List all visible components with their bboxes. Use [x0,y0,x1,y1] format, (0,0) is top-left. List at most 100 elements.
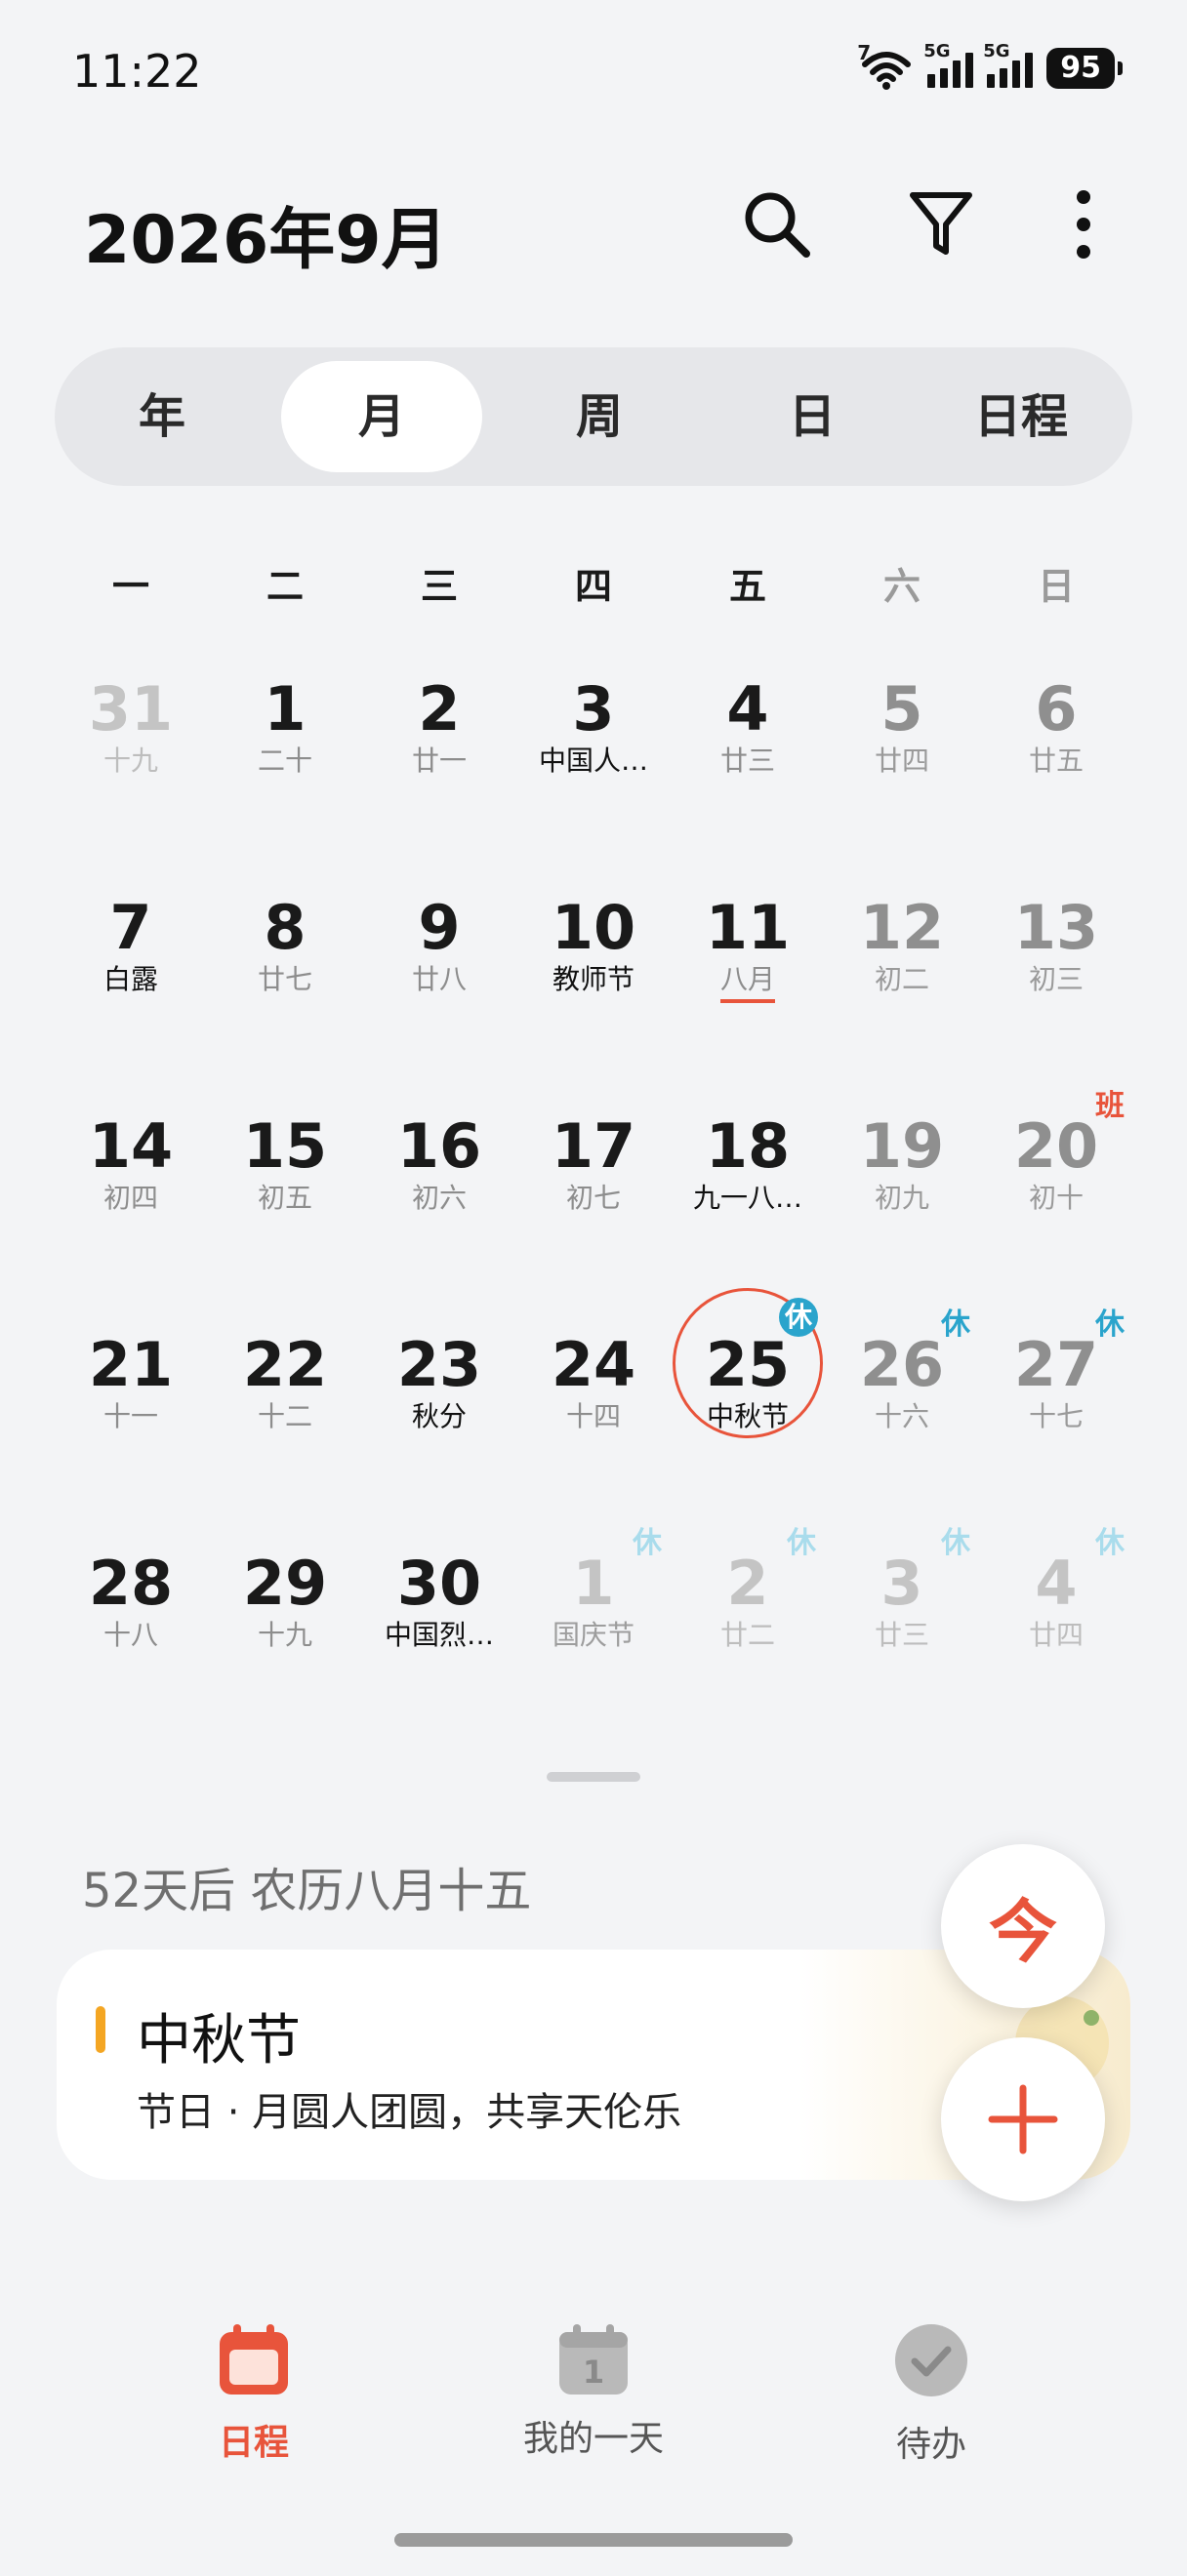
weekday-thu: 四 [574,565,612,608]
day-subtitle: 国庆节 [552,1619,634,1651]
weekday-tue: 二 [266,565,304,608]
calendar-day-cell[interactable]: 2 廿一 [371,677,508,779]
calendar-day-cell[interactable]: 10 教师节 [525,896,662,997]
calendar-day-cell[interactable]: 4 廿四休 [988,1526,1125,1653]
checkmark-icon [895,2324,967,2396]
weekday-fri: 五 [728,565,766,608]
day-subtitle: 十七 [1028,1400,1084,1432]
weekday-sat: 六 [882,565,921,608]
search-icon[interactable] [738,185,816,263]
day-subtitle: 十九 [102,745,158,777]
day-number: 31 [88,673,174,745]
wifi-icon: 7 [857,41,914,90]
day-number: 3 [572,673,615,745]
calendar-day-cell[interactable]: 16 初六 [371,1114,508,1216]
calendar-day-cell[interactable]: 18 九一八… [679,1114,816,1216]
drag-handle[interactable] [547,1772,640,1782]
day-number: 12 [859,892,945,963]
holiday-badge: 休 [779,1298,818,1337]
calendar-day-cell[interactable]: 1 国庆节休 [525,1526,662,1653]
calendar-day-cell[interactable]: 25 中秋节休 [673,1288,823,1438]
day-subtitle: 初六 [411,1182,467,1214]
day-subtitle: 十九 [257,1619,312,1651]
calendar-day-cell[interactable]: 22 十二 [217,1333,353,1434]
day-subtitle: 廿三 [719,745,775,777]
calendar-day-cell[interactable]: 29 十九 [217,1551,353,1653]
nav-my-day[interactable]: 1 我的一天 [476,2322,711,2461]
holiday-badge: 休 [941,1526,970,1560]
today-button[interactable]: 今 [941,1844,1105,2008]
calendar-day-cell[interactable]: 19 初九 [834,1114,970,1216]
calendar-day-cell[interactable]: 7 白露 [62,896,199,997]
calendar-day-cell[interactable]: 28 十八 [62,1551,199,1653]
calendar-day-cell[interactable]: 26 十六休 [834,1308,970,1434]
tab-day[interactable]: 日 [715,361,910,472]
tab-month[interactable]: 月 [281,361,482,472]
calendar-day-cell[interactable]: 27 十七休 [988,1308,1125,1434]
day-subtitle: 八月 [719,962,775,1003]
day-number: 6 [1035,673,1078,745]
calendar-day-cell[interactable]: 3 廿三休 [834,1526,970,1653]
tab-week[interactable]: 周 [502,361,697,472]
day-number: 10 [551,892,636,963]
day-subtitle: 十八 [102,1619,158,1651]
nav-todo-label: 待办 [895,2425,966,2465]
day-subtitle: 秋分 [411,1400,467,1432]
day-subtitle: 初四 [102,1182,158,1214]
calendar-day-cell[interactable]: 20 初十班 [988,1089,1125,1216]
more-icon[interactable] [1044,185,1123,263]
day-number: 30 [396,1548,482,1619]
calendar-day-cell[interactable]: 6 廿五 [988,677,1125,779]
filter-icon[interactable] [902,185,980,263]
day-number: 5 [880,673,923,745]
day-number: 15 [242,1110,328,1182]
calendar-day-cell[interactable]: 15 初五 [217,1114,353,1216]
calendar-day-cell[interactable]: 30 中国烈… [371,1551,508,1653]
day-number: 29 [242,1548,328,1619]
day-subtitle: 廿七 [257,963,312,995]
today-label: 今 [989,1891,1057,1972]
nav-schedule[interactable]: 日程 [137,2322,371,2465]
calendar-day-cell[interactable]: 2 廿二休 [679,1526,816,1653]
day-number: 11 [705,892,791,963]
nav-todo[interactable]: 待办 [814,2322,1048,2467]
day-subtitle: 十一 [102,1400,158,1432]
page-title[interactable]: 2026年9月 [84,185,448,282]
view-switcher: 年 月 周 日 日程 [55,347,1132,486]
calendar-day-cell[interactable]: 24 十四 [525,1333,662,1434]
calendar-day-cell[interactable]: 14 初四 [62,1114,199,1216]
event-color-bar [96,2006,105,2053]
calendar-day-cell[interactable]: 1 二十 [217,677,353,779]
holiday-badge: 休 [787,1526,816,1560]
calendar-day-cell[interactable]: 3 中国人… [525,677,662,779]
day-subtitle: 初五 [257,1182,312,1214]
wifi-label: 7 [857,41,872,64]
calendar-day-cell[interactable]: 12 初二 [834,896,970,997]
home-indicator[interactable] [394,2533,793,2547]
day-subtitle: 廿一 [411,745,467,777]
tab-agenda[interactable]: 日程 [921,361,1121,472]
calendar-day-cell[interactable]: 23 秋分 [371,1333,508,1434]
countdown-text: 52天后 农历八月十五 [82,1864,532,1918]
day-subtitle: 教师节 [552,963,634,995]
day-subtitle: 廿四 [1028,1619,1084,1651]
calendar-day-cell[interactable]: 21 十一 [62,1333,199,1434]
calendar-day-cell[interactable]: 11 八月 [679,896,816,1003]
day-subtitle: 中国人… [538,745,648,777]
day-number: 9 [418,892,461,963]
my-day-icon-number: 1 [582,2354,605,2391]
day-subtitle: 十二 [257,1400,312,1432]
calendar-day-cell[interactable]: 9 廿八 [371,896,508,997]
signal-label-1: 5G [923,41,951,61]
calendar-day-cell[interactable]: 31 十九 [62,677,199,779]
day-number: 16 [396,1110,482,1182]
tab-year[interactable]: 年 [64,361,260,472]
calendar-day-cell[interactable]: 17 初七 [525,1114,662,1216]
add-event-button[interactable] [941,2037,1105,2201]
calendar-day-cell[interactable]: 13 初三 [988,896,1125,997]
calendar-day-cell[interactable]: 8 廿七 [217,896,353,997]
day-subtitle: 初九 [874,1182,929,1214]
calendar-day-cell[interactable]: 5 廿四 [834,677,970,779]
calendar-day-cell[interactable]: 4 廿三 [679,677,816,779]
status-icons: 7 5G 5G 95 [857,41,1123,90]
